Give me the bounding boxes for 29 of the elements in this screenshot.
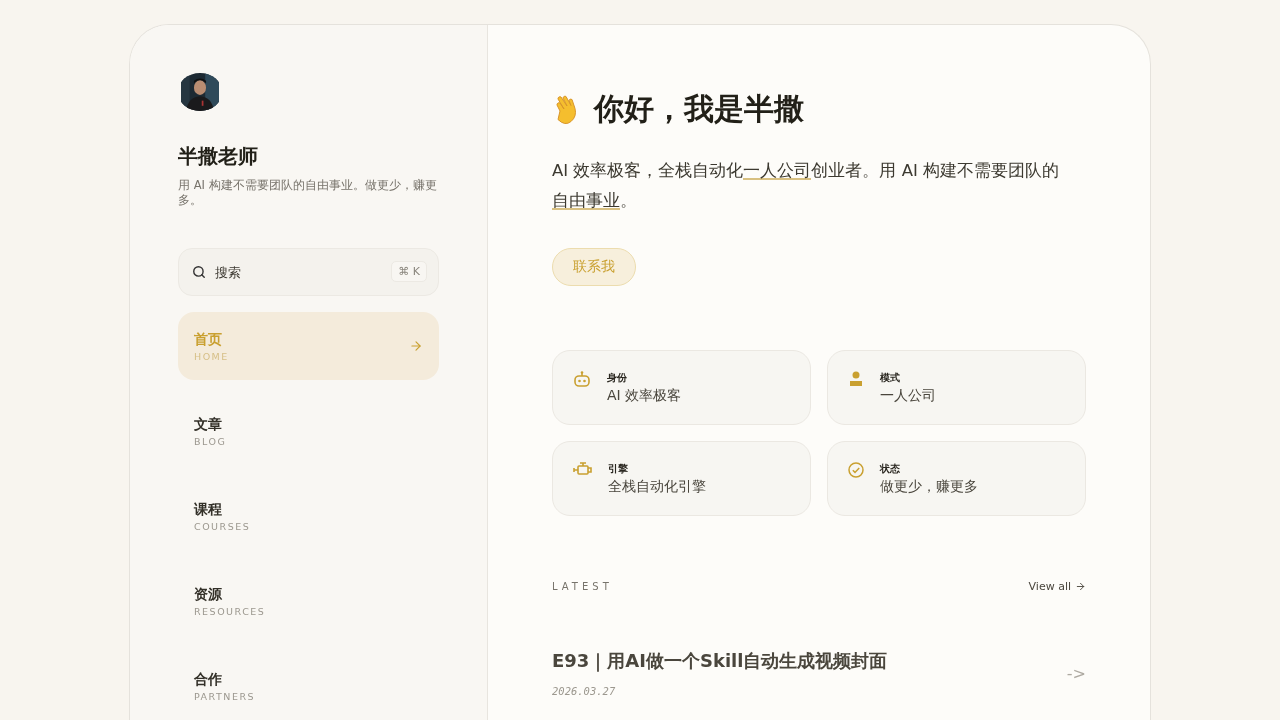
card-value: 全栈自动化引擎 bbox=[608, 478, 706, 496]
nav-item[interactable]: 合作 PARTNERS bbox=[178, 652, 439, 720]
view-all-link[interactable]: View all bbox=[1028, 580, 1071, 593]
post-title[interactable]: E93｜用AI做一个Skill自动生成视频封面 bbox=[552, 650, 888, 671]
check-circle-icon bbox=[848, 462, 864, 478]
profile-name: 半撒老师 bbox=[178, 143, 259, 170]
card-label: 引擎 bbox=[608, 462, 629, 476]
shortcut-hint: ⌘ K bbox=[391, 261, 427, 282]
robot-icon bbox=[573, 371, 591, 387]
search-icon bbox=[192, 265, 206, 279]
nav-item[interactable]: 课程 COURSES bbox=[178, 482, 439, 550]
arrow-icon bbox=[409, 339, 423, 353]
post-date: 2026.03.27 bbox=[552, 685, 617, 697]
section-heading: LATEST bbox=[552, 581, 613, 592]
card-value: 做更少，赚更多 bbox=[880, 478, 978, 496]
card-value: AI 效率极客 bbox=[607, 387, 682, 405]
engine-icon bbox=[573, 462, 592, 476]
hero-title: 你好，我是半撒 bbox=[594, 90, 804, 128]
intro-text: AI 效率极客，全栈自动化一人公司创业者。用 AI 构建不需要团队的 自由事业。 bbox=[552, 160, 1061, 212]
card-label: 模式 bbox=[880, 371, 901, 385]
profile-tagline: 用 AI 构建不需要团队的自由事业。做更少，赚更多。 bbox=[178, 178, 438, 208]
nav-item[interactable]: 资源 RESOURCES bbox=[178, 567, 439, 635]
card-label: 身份 bbox=[607, 371, 628, 385]
post-arrow: -> bbox=[1066, 663, 1086, 683]
arrow-icon bbox=[1075, 581, 1086, 592]
person-icon bbox=[848, 371, 864, 387]
nav-item[interactable]: 文章 BLOG bbox=[178, 397, 439, 465]
card-value: 一人公司 bbox=[880, 387, 936, 405]
card-label: 状态 bbox=[880, 462, 901, 476]
